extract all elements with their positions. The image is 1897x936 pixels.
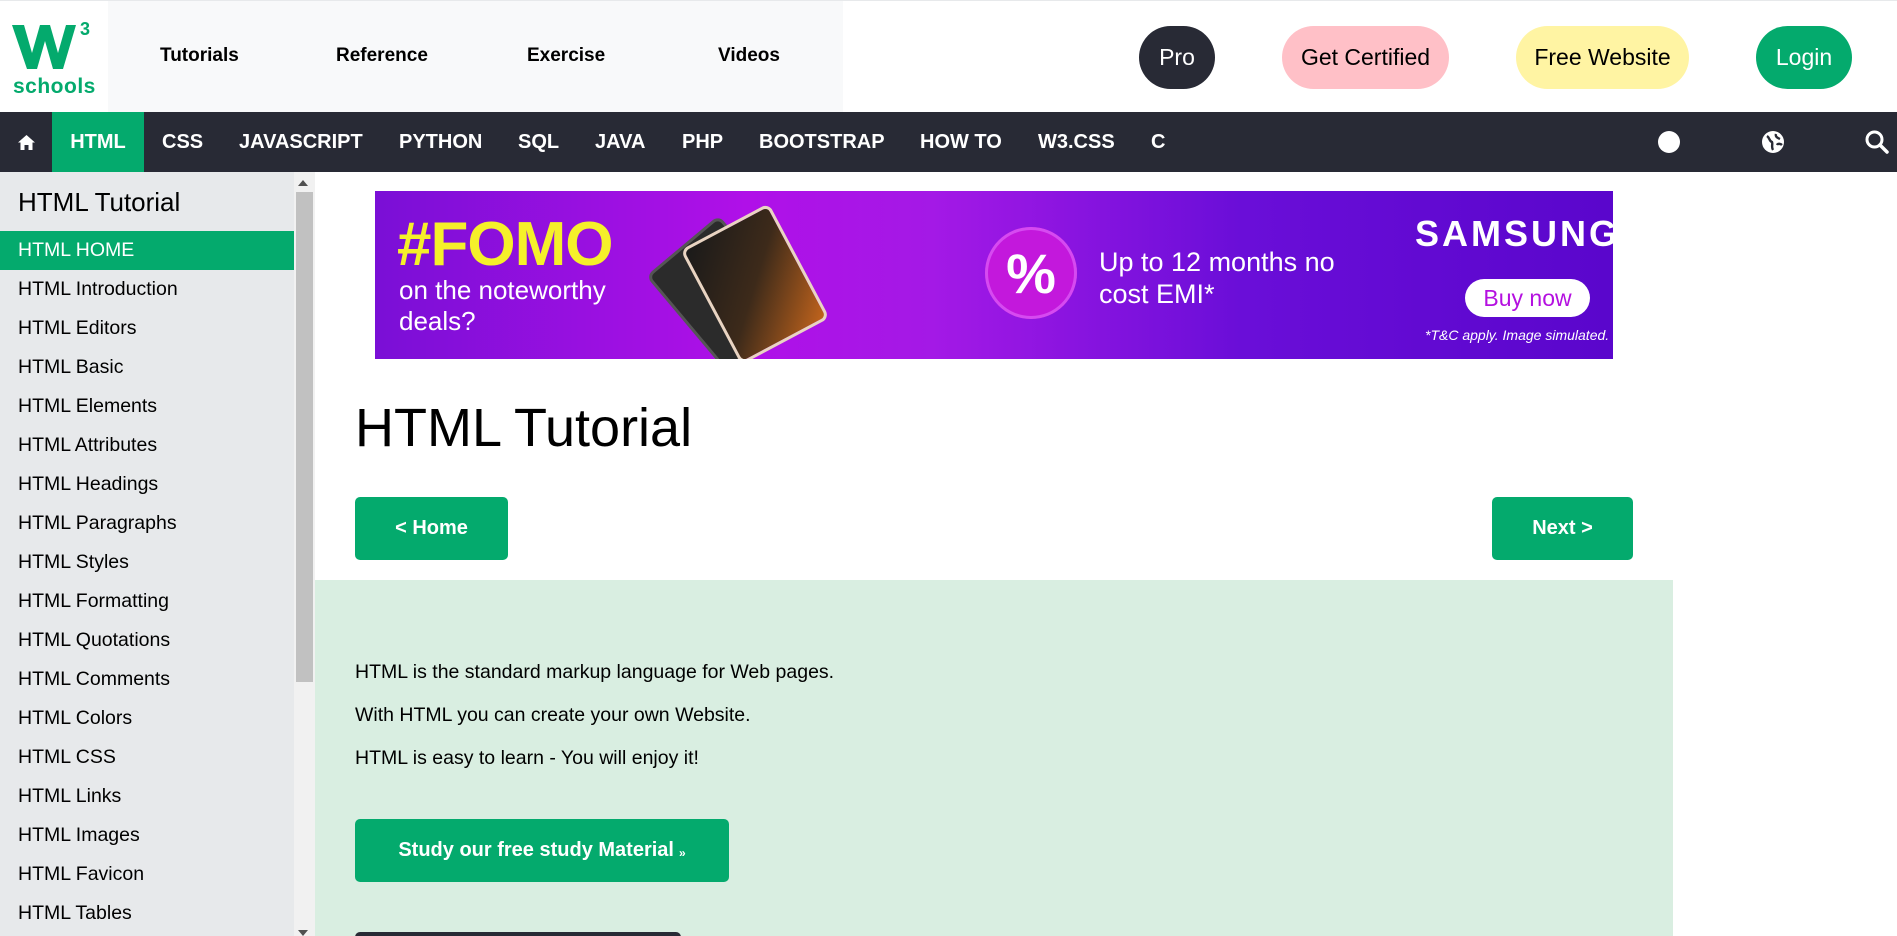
dark-mode-toggle[interactable] <box>1652 112 1686 172</box>
svg-text:3: 3 <box>80 19 90 39</box>
ad-buy-now-button[interactable]: Buy now <box>1465 279 1590 317</box>
logo-wordmark: schools <box>13 75 96 98</box>
sidebar-item-images[interactable]: HTML Images <box>0 816 294 855</box>
sidebar-item-favicon[interactable]: HTML Favicon <box>0 855 294 894</box>
language-button[interactable] <box>1756 112 1790 172</box>
ad-subline: on the noteworthy deals? <box>399 275 606 336</box>
login-button[interactable]: Login <box>1756 26 1852 89</box>
samsung-ad-banner[interactable]: #FOMO on the noteworthy deals? % Up to 1… <box>375 191 1613 359</box>
sidebar-item-quotations[interactable]: HTML Quotations <box>0 621 294 660</box>
ad-headline: #FOMO <box>397 210 613 279</box>
subnav-how-to[interactable]: HOW TO <box>920 112 1002 172</box>
dark-mode-icon <box>1658 131 1680 153</box>
search-button[interactable] <box>1860 112 1894 172</box>
sidebar: HTML Tutorial HTML HOME HTML Introductio… <box>0 172 315 936</box>
sidebar-item-styles[interactable]: HTML Styles <box>0 543 294 582</box>
subnav-php[interactable]: PHP <box>682 112 723 172</box>
double-chevron-right-icon: » <box>678 846 686 860</box>
intro-line: With HTML you can create your own Websit… <box>355 704 751 726</box>
scroll-down-arrow-icon[interactable] <box>298 930 308 936</box>
sidebar-title: HTML Tutorial <box>18 187 181 217</box>
sidebar-item-colors[interactable]: HTML Colors <box>0 699 294 738</box>
intro-panel: HTML is the standard markup language for… <box>315 580 1673 936</box>
home-button[interactable] <box>0 112 52 172</box>
sidebar-item-headings[interactable]: HTML Headings <box>0 465 294 504</box>
sidebar-scroll-thumb[interactable] <box>296 192 313 682</box>
intro-line: HTML is easy to learn - You will enjoy i… <box>355 747 699 769</box>
subnav-sql[interactable]: SQL <box>518 112 559 172</box>
topnav-tutorials[interactable]: Tutorials <box>160 45 239 67</box>
sidebar-item-tables[interactable]: HTML Tables <box>0 894 294 933</box>
sidebar-item-comments[interactable]: HTML Comments <box>0 660 294 699</box>
get-certified-button[interactable]: Get Certified <box>1282 26 1449 89</box>
pro-button[interactable]: Pro <box>1139 26 1215 89</box>
next-panel-button[interactable] <box>355 932 681 936</box>
w3-logo-icon: 3 <box>12 19 90 69</box>
topnav-videos[interactable]: Videos <box>718 45 780 67</box>
study-material-button[interactable]: Study our free study Material » <box>355 819 729 882</box>
sidebar-item-links[interactable]: HTML Links <box>0 777 294 816</box>
sidebar-item-attributes[interactable]: HTML Attributes <box>0 426 294 465</box>
intro-line: HTML is the standard markup language for… <box>355 661 835 683</box>
sidebar-item-css[interactable]: HTML CSS <box>0 738 294 777</box>
ad-brand-logo: SAMSUNG <box>1415 213 1613 254</box>
subnav-html[interactable]: HTML <box>52 112 144 172</box>
subnav-javascript[interactable]: JAVASCRIPT <box>239 112 363 172</box>
study-material-label: Study our free study Material <box>398 839 674 861</box>
ad-disclaimer: *T&C apply. Image simulated. <box>1425 327 1610 343</box>
topnav-reference[interactable]: Reference <box>336 45 428 67</box>
ad-offer-text: Up to 12 months no cost EMI* <box>1099 247 1335 309</box>
subnav-c[interactable]: C <box>1151 112 1165 172</box>
sidebar-item-paragraphs[interactable]: HTML Paragraphs <box>0 504 294 543</box>
w3schools-logo[interactable]: 3 schools <box>0 1 108 113</box>
topnav-exercise[interactable]: Exercise <box>527 45 605 67</box>
subnav-w3css[interactable]: W3.CSS <box>1038 112 1115 172</box>
free-website-button[interactable]: Free Website <box>1516 26 1689 89</box>
page-title: HTML Tutorial <box>355 398 693 458</box>
scroll-up-arrow-icon[interactable] <box>298 180 308 186</box>
sidebar-item-html-home[interactable]: HTML HOME <box>0 231 294 270</box>
sidebar-item-basic[interactable]: HTML Basic <box>0 348 294 387</box>
sidebar-item-introduction[interactable]: HTML Introduction <box>0 270 294 309</box>
sidebar-item-formatting[interactable]: HTML Formatting <box>0 582 294 621</box>
ad-percent-badge: % <box>985 227 1077 319</box>
sidebar-item-editors[interactable]: HTML Editors <box>0 309 294 348</box>
subnav-bootstrap[interactable]: BOOTSTRAP <box>759 112 885 172</box>
home-icon <box>17 134 35 150</box>
subject-navbar: HTML CSS JAVASCRIPT PYTHON SQL JAVA PHP … <box>0 112 1897 172</box>
next-button[interactable]: Next > <box>1492 497 1633 560</box>
globe-icon <box>1762 131 1784 153</box>
previous-home-button[interactable]: < Home <box>355 497 508 560</box>
search-icon <box>1865 130 1889 154</box>
subnav-css[interactable]: CSS <box>162 112 203 172</box>
subnav-python[interactable]: PYTHON <box>399 112 482 172</box>
subnav-java[interactable]: JAVA <box>595 112 645 172</box>
sidebar-item-elements[interactable]: HTML Elements <box>0 387 294 426</box>
top-header: 3 schools Tutorials Reference Exercise V… <box>0 0 1897 113</box>
